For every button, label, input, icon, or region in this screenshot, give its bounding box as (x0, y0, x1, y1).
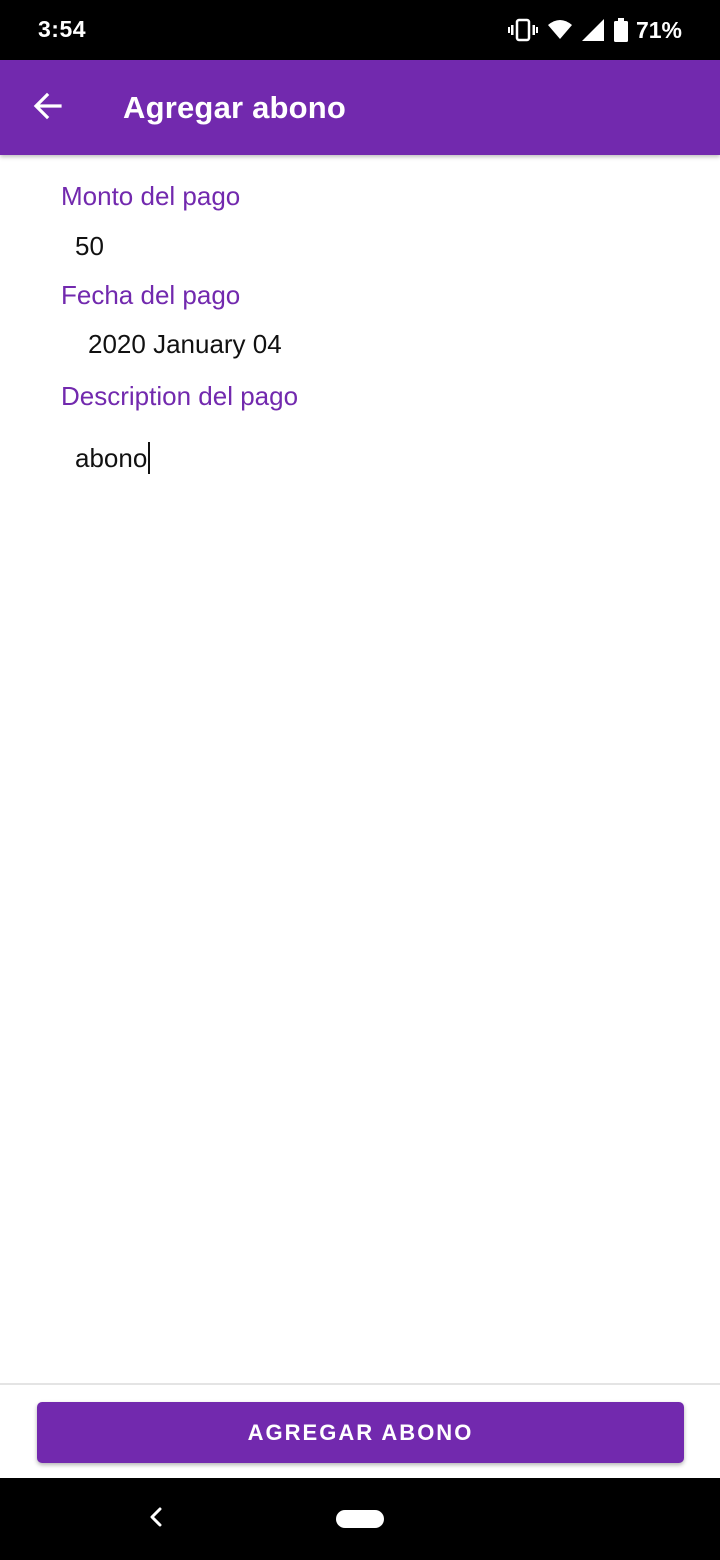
screen: 3:54 71% Agregar abono Monto del pago 50… (0, 0, 720, 1560)
nav-back-icon (148, 1506, 164, 1533)
description-value: abono (75, 443, 148, 473)
status-time: 3:54 (38, 16, 87, 42)
vibrate-icon (507, 18, 538, 42)
status-bar: 3:54 71% (0, 0, 720, 60)
description-label: Description del pago (61, 381, 299, 411)
page-title: Agregar abono (123, 90, 347, 125)
arrow-back-icon (33, 91, 63, 126)
amount-input[interactable]: 50 (75, 231, 104, 262)
signal-icon (581, 19, 604, 41)
description-input[interactable]: abono (75, 442, 151, 476)
text-cursor (148, 442, 151, 475)
date-label: Fecha del pago (61, 280, 241, 310)
battery-icon (613, 18, 628, 42)
nav-back-button[interactable] (140, 1502, 172, 1536)
nav-home-button[interactable] (336, 1510, 384, 1528)
system-nav-bar (0, 1478, 720, 1560)
status-icons: 71% (507, 15, 682, 45)
back-button[interactable] (18, 78, 78, 138)
app-bar: Agregar abono (0, 60, 720, 155)
amount-label: Monto del pago (61, 181, 241, 211)
wifi-icon (547, 19, 572, 41)
add-payment-button[interactable]: AGREGAR ABONO (37, 1402, 684, 1463)
date-picker-field[interactable]: 2020 January 04 (88, 329, 282, 360)
battery-percent: 71% (635, 16, 682, 43)
